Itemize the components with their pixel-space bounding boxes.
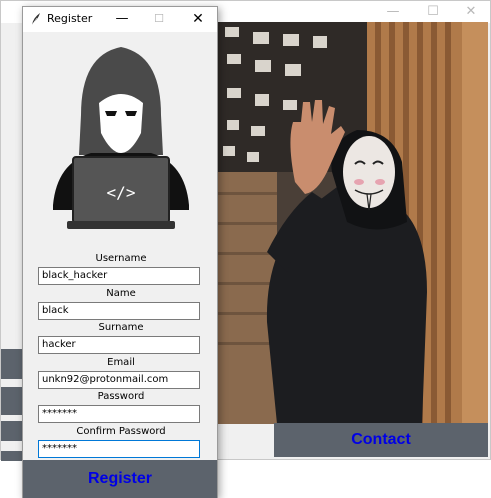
background-bar xyxy=(1,451,23,461)
close-button[interactable]: ✕ xyxy=(187,10,209,28)
background-minimize-button[interactable]: — xyxy=(373,3,413,21)
name-field[interactable]: black xyxy=(38,302,200,320)
surname-field[interactable]: hacker xyxy=(38,336,200,354)
masked-person-photo xyxy=(217,22,488,424)
avatar-code-text: </> xyxy=(107,183,136,202)
background-maximize-button[interactable]: ☐ xyxy=(413,3,453,21)
confirm-password-label: Confirm Password xyxy=(76,426,166,437)
background-close-button[interactable]: ✕ xyxy=(451,3,491,21)
background-bar xyxy=(1,387,23,415)
surname-label: Surname xyxy=(98,322,144,333)
feather-icon xyxy=(31,13,40,26)
background-bar xyxy=(1,421,23,441)
register-button[interactable]: Register xyxy=(23,460,217,498)
hacker-avatar-icon: </> xyxy=(53,47,189,229)
contact-button[interactable]: Contact xyxy=(274,423,488,457)
password-field[interactable]: ******* xyxy=(38,405,200,423)
password-label: Password xyxy=(97,391,145,402)
name-label: Name xyxy=(106,288,136,299)
confirm-password-field[interactable]: ******* xyxy=(38,440,200,458)
background-left-strip xyxy=(1,23,23,461)
minimize-button[interactable]: — xyxy=(111,10,133,28)
email-label: Email xyxy=(107,357,135,368)
username-field[interactable]: black_hacker xyxy=(38,267,200,285)
background-bar xyxy=(1,349,23,379)
register-window: Register — ☐ ✕ </> Username black_hacker… xyxy=(22,6,218,498)
email-field[interactable]: unkn92@protonmail.com xyxy=(38,371,200,389)
register-titlebar[interactable]: Register — ☐ ✕ xyxy=(23,7,217,32)
username-label: Username xyxy=(95,253,147,264)
window-title: Register xyxy=(47,12,93,25)
maximize-button[interactable]: ☐ xyxy=(148,10,170,28)
